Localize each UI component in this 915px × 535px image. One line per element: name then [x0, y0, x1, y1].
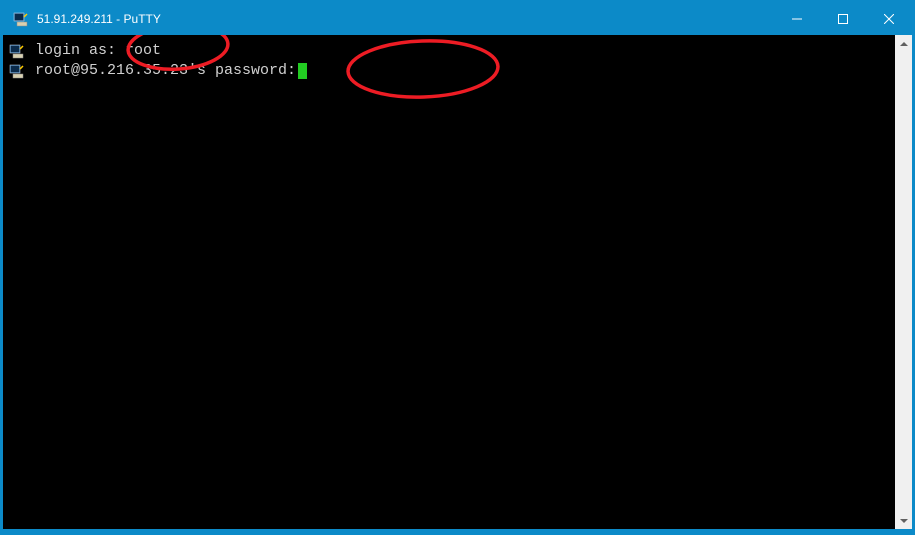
login-prompt: login as:	[35, 41, 125, 61]
putty-window: 51.91.249.211 - PuTTY	[3, 3, 912, 529]
password-prompt: root@95.216.35.23's password:	[35, 61, 296, 81]
terminal-area: login as: root root@95.216.35.23's passw…	[3, 35, 912, 529]
app-icon	[13, 11, 29, 27]
putty-line-icon	[7, 63, 27, 79]
window-controls	[774, 3, 912, 35]
terminal[interactable]: login as: root root@95.216.35.23's passw…	[3, 35, 895, 529]
close-button[interactable]	[866, 3, 912, 35]
login-input-value: root	[125, 41, 161, 61]
vertical-scrollbar[interactable]	[895, 35, 912, 529]
terminal-cursor	[298, 63, 307, 79]
minimize-button[interactable]	[774, 3, 820, 35]
annotation-overlay	[3, 35, 903, 535]
titlebar[interactable]: 51.91.249.211 - PuTTY	[3, 3, 912, 35]
terminal-line: login as: root	[7, 41, 895, 61]
scroll-up-button[interactable]	[895, 35, 912, 52]
putty-line-icon	[7, 43, 27, 59]
scroll-down-button[interactable]	[895, 512, 912, 529]
window-title: 51.91.249.211 - PuTTY	[37, 12, 774, 26]
maximize-button[interactable]	[820, 3, 866, 35]
scrollbar-track[interactable]	[895, 52, 912, 512]
terminal-line: root@95.216.35.23's password:	[7, 61, 895, 81]
